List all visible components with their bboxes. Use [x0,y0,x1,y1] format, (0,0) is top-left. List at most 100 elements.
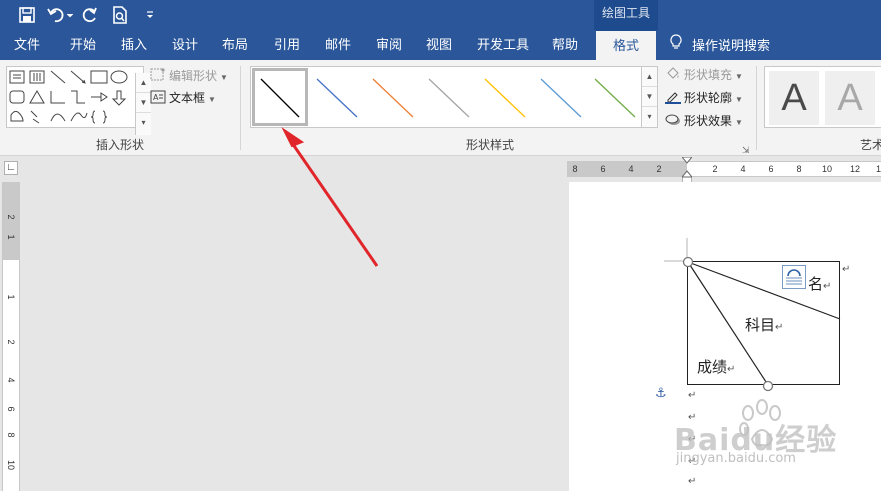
ruler-tick: 1 [6,294,16,300]
name-text: 名 [808,275,824,293]
scroll-down-icon[interactable]: ▼ [136,93,151,113]
edit-shape-button[interactable]: 编辑形状 ▼ [150,66,228,86]
shape-styles-gallery[interactable] [250,66,642,128]
tab-format[interactable]: 格式 [596,30,656,60]
tab-selector[interactable]: ∟ [0,157,22,179]
dialog-launcher-icon[interactable]: ⇲ [742,140,750,160]
paragraph-mark: ↵ [727,364,736,375]
chevron-down-icon: ▼ [735,95,743,104]
subject-text: 科目 [745,316,776,334]
group-separator [756,66,757,150]
horizontal-ruler[interactable]: 8 6 4 2 2 4 6 8 10 12 14 [567,161,881,177]
shape-effects-button[interactable]: 形状效果 ▼ [665,111,743,131]
gallery-more-icon[interactable]: ▾ [642,107,657,127]
wordart-style-dark[interactable]: A [769,71,819,125]
print-preview-icon[interactable] [110,5,130,25]
customize-qat-icon[interactable] [140,5,160,25]
ruler-tick: 6 [6,406,16,412]
tab-home[interactable]: 开始 [58,30,108,60]
shape-fill-button[interactable]: 形状填充 ▼ [665,65,743,85]
edit-shape-label: 编辑形状 [169,69,218,83]
text-box-label: 文本框 [169,91,206,105]
tell-me-label: 操作说明搜索 [692,38,771,53]
ruler-tick: 6 [600,164,606,174]
ruler-tick: 12 [849,164,860,174]
redo-icon[interactable] [80,5,100,25]
ruler-tick: 8 [572,164,578,174]
ruler-tick: 14 [875,164,881,174]
tab-view[interactable]: 视图 [416,30,462,60]
paragraph-mark: ↵ [775,322,784,333]
tab-references[interactable]: 引用 [264,30,310,60]
shape-outline-button[interactable]: 形状轮廓 ▼ [665,88,743,108]
shape-style-light-blue-line[interactable] [535,71,587,123]
shape-style-blue-line[interactable] [311,71,363,123]
tab-layout[interactable]: 布局 [212,30,258,60]
shape-style-green-line[interactable] [589,71,641,123]
wordart-group-label: 艺术 [860,138,881,152]
ruler-tick: 4 [6,377,16,383]
ruler-tick: 2 [712,164,718,174]
ruler-tick: 2 [656,164,662,174]
ruler-tick: 1 [6,234,16,240]
watermark-url: jingyan.baidu.com [676,451,796,466]
paragraph-mark: ↵ [842,264,851,275]
ribbon-format: ▲ ▼ ▾ 编辑形状 ▼ A 文本框 ▼ 插入形状 ▲ ▼ ▾ 形状填充 ▼ 形… [0,60,881,156]
shape-outline-label: 形状轮廓 [684,91,733,105]
text-box-icon: A [150,90,166,104]
tab-insert[interactable]: 插入 [110,30,158,60]
shape-style-gold-line[interactable] [479,71,531,123]
header-subject-label: 科目↵ [745,314,783,335]
paint-bucket-icon [665,67,681,81]
score-text: 成绩 [697,358,728,376]
shape-style-black-line[interactable] [252,68,308,126]
contextual-group-label: 绘图工具 [594,0,658,30]
shape-styles-group-label: 形状样式 [465,138,514,152]
scroll-down-icon[interactable]: ▼ [642,87,657,107]
shape-style-orange-line[interactable] [367,71,419,123]
text-box-button[interactable]: A 文本框 ▼ [150,88,216,108]
tab-help[interactable]: 帮助 [542,30,588,60]
ruler-tick: 10 [6,459,16,470]
pen-outline-icon [665,90,681,104]
wordart-styles-gallery[interactable]: A A [764,66,881,128]
shape-styles-scrollbar[interactable]: ▲ ▼ ▾ [642,66,658,128]
anchor-icon[interactable]: ⚓ [655,386,669,400]
shape-effects-icon [665,113,681,127]
chevron-down-icon: ▼ [735,72,743,81]
ruler-tick: 10 [821,164,832,174]
ruler-tick: 2 [6,339,16,345]
tab-developer[interactable]: 开发工具 [468,30,538,60]
header-score-label: 成绩↵ [697,356,735,377]
ruler-tick: 4 [628,164,634,174]
wordart-style-light[interactable]: A [825,71,875,125]
shapes-gallery-scrollbar[interactable]: ▲ ▼ ▾ [135,73,151,135]
ruler-tick: 8 [6,432,16,438]
group-separator [240,66,241,150]
tab-design[interactable]: 设计 [162,30,208,60]
quick-access-toolbar: 绘图工具 [0,0,881,30]
save-icon[interactable] [17,5,37,25]
tab-review[interactable]: 审阅 [366,30,412,60]
text-wrap-layout-icon[interactable] [782,265,806,289]
shapes-gallery[interactable]: ▲ ▼ ▾ [6,66,151,135]
tab-file[interactable]: 文件 [4,30,50,60]
insert-shapes-group-label: 插入形状 [95,138,144,152]
vertical-ruler[interactable]: 2 1 1 2 4 6 8 10 [2,182,20,491]
tell-me-search[interactable]: 操作说明搜索 [668,30,770,60]
undo-icon[interactable] [46,5,74,25]
shape-fill-label: 形状填充 [684,68,733,82]
indent-markers[interactable] [682,157,692,185]
ribbon-tabs: 文件 开始 插入 设计 布局 引用 邮件 审阅 视图 开发工具 帮助 格式 操作… [0,30,881,60]
gallery-more-icon[interactable]: ▾ [136,113,151,133]
ruler-tick: 2 [6,214,16,220]
svg-text:A: A [153,93,159,102]
ruler-tick: 4 [740,164,746,174]
shape-style-gray-line[interactable] [423,71,475,123]
tab-mailings[interactable]: 邮件 [314,30,362,60]
scroll-up-icon[interactable]: ▲ [136,73,151,93]
scroll-up-icon[interactable]: ▲ [642,67,657,87]
ruler-tick: 8 [796,164,802,174]
header-name-label: 名↵ [808,273,831,294]
paragraph-mark: ↵ [823,281,832,292]
